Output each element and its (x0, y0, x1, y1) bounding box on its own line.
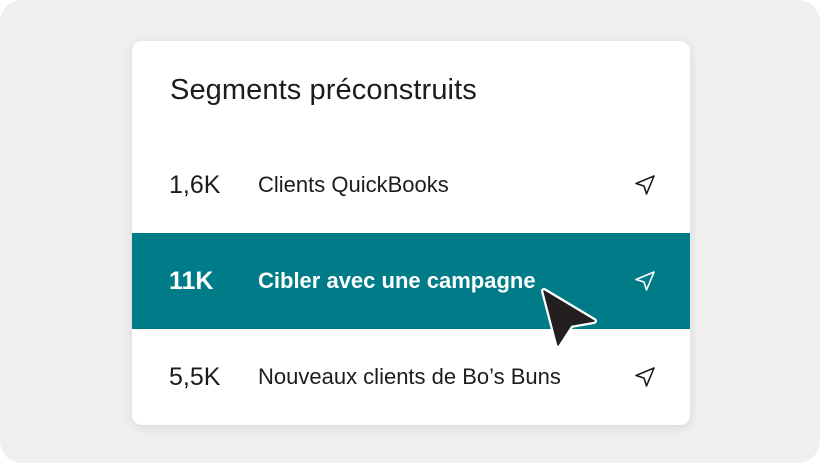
send-icon[interactable] (634, 366, 656, 388)
card-title: Segments préconstruits (170, 74, 477, 106)
segment-label: Clients QuickBooks (258, 172, 449, 197)
segment-row-target-campaign[interactable]: 11K Cibler avec une campagne (132, 233, 690, 329)
segment-label: Nouveaux clients de Bo’s Buns (258, 364, 561, 389)
segment-label: Cibler avec une campagne (258, 268, 536, 293)
segment-count: 5,5K (169, 363, 221, 391)
prebuilt-segments-card: Segments préconstruits 1,6K Clients Quic… (132, 41, 690, 425)
segment-row-new-clients[interactable]: 5,5K Nouveaux clients de Bo’s Buns (132, 329, 690, 425)
segment-count: 11K (169, 267, 214, 295)
send-icon[interactable] (634, 174, 656, 196)
segment-count: 1,6K (169, 171, 221, 199)
segment-row-quickbooks-clients[interactable]: 1,6K Clients QuickBooks (132, 137, 690, 233)
send-icon[interactable] (634, 270, 656, 292)
